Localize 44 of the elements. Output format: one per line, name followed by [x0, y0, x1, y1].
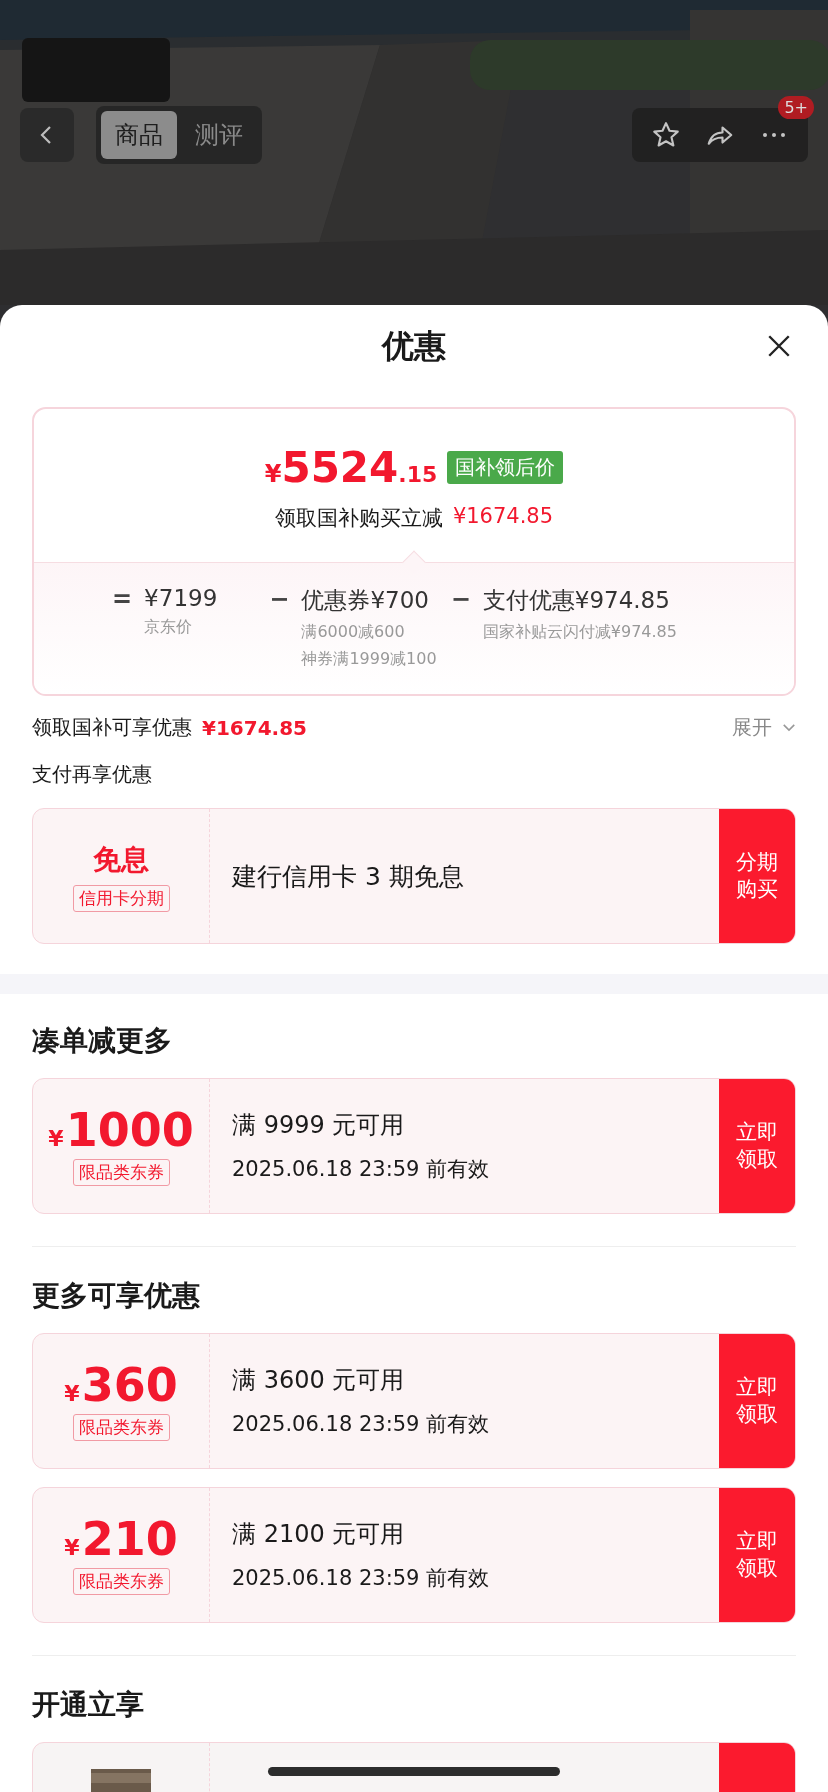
coupon-amount: ¥210 [64, 1515, 178, 1562]
operator: − [450, 585, 471, 615]
section-heading: 凑单减更多 [32, 1023, 173, 1059]
notification-badge: 5+ [778, 96, 814, 119]
section-heading: 开通立享 [32, 1687, 145, 1723]
offer-title: 免息 [93, 841, 149, 878]
installment-button[interactable]: 分期购买 [719, 809, 795, 943]
price-tag: 国补领后价 [447, 451, 564, 484]
tab[interactable]: 测评 [181, 111, 257, 159]
offer-text: 建行信用卡 3 期免息 [232, 860, 465, 893]
section-label: 支付再享优惠 [32, 761, 153, 788]
discount-amount: ¥1674.85 [452, 504, 554, 530]
final-price: ¥5524.15 [264, 443, 438, 492]
breakdown-value: ¥7199 [144, 585, 218, 611]
section-heading: 更多可享优惠 [32, 1278, 201, 1314]
coupon-validity: 2025.06.18 23:59 前有效 [232, 1565, 491, 1592]
breakdown-note: 神券满1999减100 [301, 649, 437, 670]
breakdown-note: 京东价 [144, 617, 194, 638]
coupon-amount: ¥1000 [48, 1106, 194, 1153]
subsidy-amount: ¥1674.85 [202, 715, 307, 740]
coupon-tag: 限品类东券 [72, 1567, 170, 1595]
coupon-amount: ¥360 [64, 1361, 178, 1408]
coupon-tag: 限品类东券 [72, 1158, 170, 1186]
subsidy-label: 领取国补可享优惠 [32, 714, 192, 741]
coupon-condition: 满 3600 元可用 [232, 1365, 406, 1396]
coupon-validity: 2025.06.18 23:59 前有效 [232, 1156, 491, 1183]
operator: = [112, 585, 133, 615]
discount-label: 领取国补购买立减 [274, 505, 443, 532]
coupon-condition: 满 2100 元可用 [232, 1519, 406, 1550]
breakdown-note: 满6000减600 [301, 622, 406, 643]
claim-button[interactable]: 立即领取 [719, 1488, 795, 1622]
claim-button[interactable]: 立即领取 [719, 1334, 795, 1468]
breakdown-value: 支付优惠¥974.85 [482, 586, 671, 615]
coupon-validity: 2025.06.18 23:59 前有效 [232, 1411, 491, 1438]
tab[interactable]: 商品 [101, 111, 177, 159]
breakdown-value: 优惠券¥700 [301, 586, 430, 615]
breakdown-note: 国家补贴云闪付减¥974.85 [482, 622, 677, 643]
operator: − [269, 585, 290, 615]
offer-tag: 信用卡分期 [72, 884, 170, 912]
expand-toggle[interactable]: 展开 [732, 714, 796, 741]
coupon-tag: 限品类东券 [72, 1413, 170, 1441]
sheet-title: 优惠 [382, 326, 446, 367]
coupon-condition: 满 9999 元可用 [232, 1110, 406, 1141]
claim-button[interactable]: 立即领取 [719, 1079, 795, 1213]
